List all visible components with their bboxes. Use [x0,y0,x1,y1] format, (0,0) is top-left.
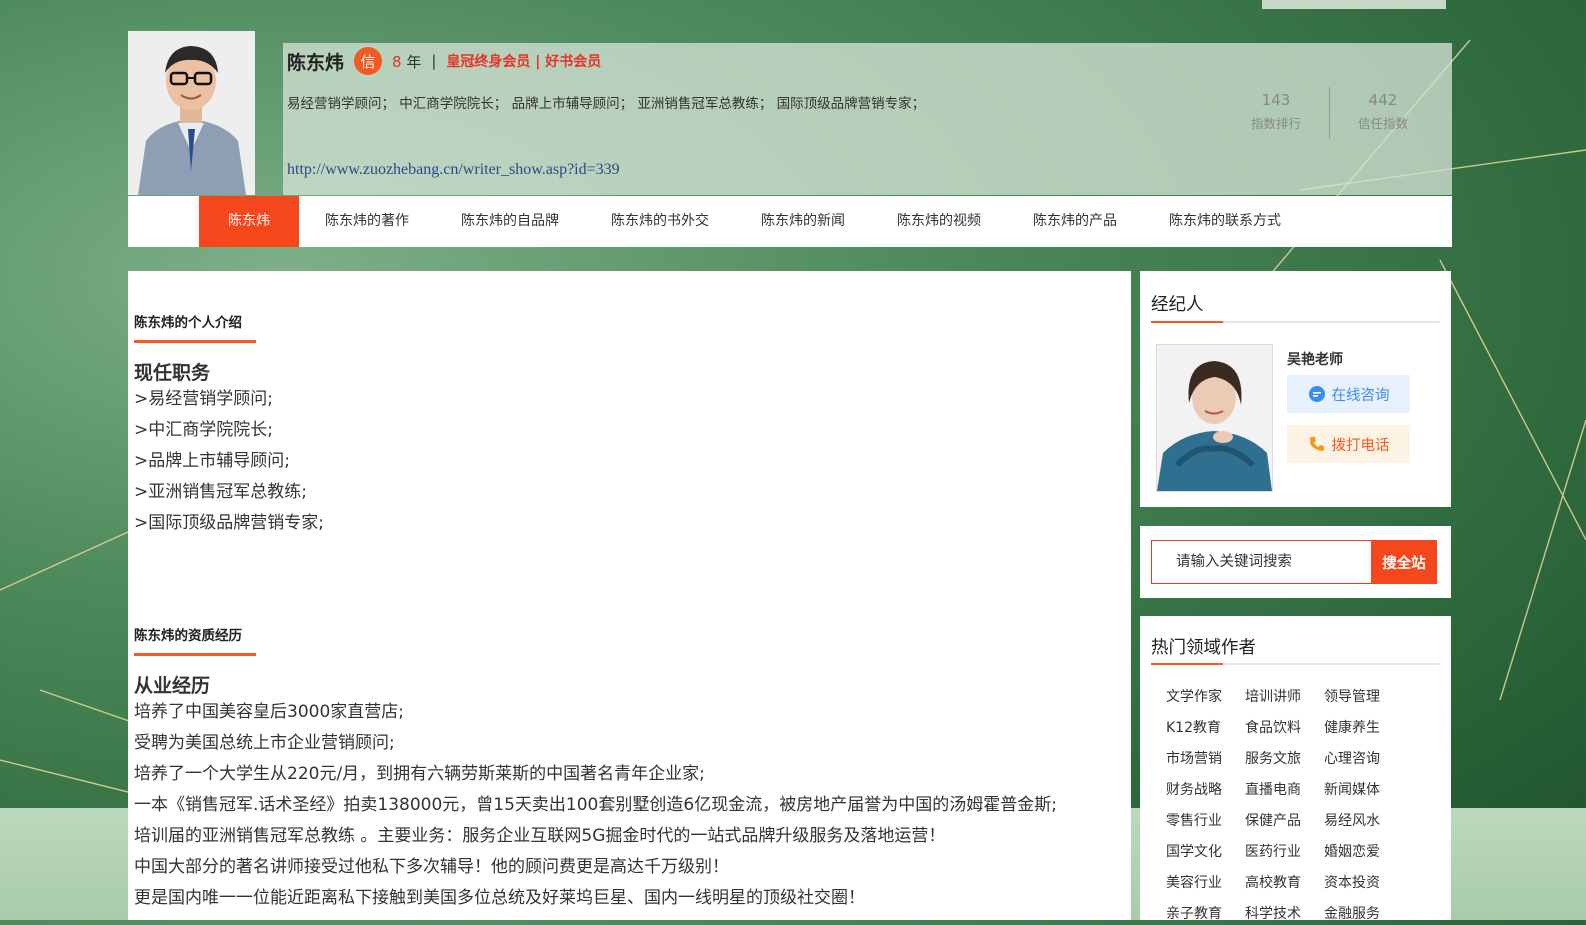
list-item: >国际顶级品牌营销专家; [134,513,324,533]
category-link[interactable]: 财务战略 [1166,779,1245,801]
category-link[interactable]: 资本投资 [1324,872,1403,894]
category-link[interactable]: 零售行业 [1166,810,1245,832]
agent-card-rule [1151,321,1440,323]
category-link[interactable]: 金融服务 [1324,903,1403,925]
experience-list: 培养了中国美容皇后3000家直营店; 受聘为美国总统上市企业营销顾问; 培养了一… [134,697,1057,914]
agent-name: 吴艳老师 [1287,352,1343,368]
agent-photo [1156,344,1273,492]
experience-section-title: 陈东炜的资质经历 [134,628,242,644]
category-link[interactable]: 医药行业 [1245,841,1324,863]
author-nav: 陈东炜 陈东炜的著作 陈东炜的自品牌 陈东炜的书外交 陈东炜的新闻 陈东炜的视频… [128,196,1452,247]
nav-item-news[interactable]: 陈东炜的新闻 [735,196,871,247]
category-link[interactable]: 心理咨询 [1324,748,1403,770]
author-header: 陈东炜 信 8 年 | 皇冠终身会员 | 好书会员 易经营销学顾问； 中汇商学院… [128,31,1452,195]
site-search-input[interactable] [1151,540,1371,584]
category-link[interactable]: 培训讲师 [1245,686,1324,708]
nav-item-diplomacy[interactable]: 陈东炜的书外交 [585,196,735,247]
card-rule-accent [1151,321,1223,323]
list-item: 更是国内唯一一位能近距离私下接触到美国多位总统及好莱坞巨星、国内一线明星的顶级社… [134,888,865,908]
agent-card-title: 经纪人 [1151,295,1204,315]
member-years-unit: 年 [406,52,422,71]
call-phone-label: 拨打电话 [1331,437,1390,454]
online-consult-label: 在线咨询 [1331,387,1390,404]
author-stats: 143 指数排行 442 信任指数 [1223,87,1436,139]
stat-label: 信任指数 [1357,116,1408,131]
stat-trust: 442 信任指数 [1330,91,1436,139]
intro-section-title: 陈东炜的个人介绍 [134,315,242,331]
category-link[interactable]: 婚姻恋爱 [1324,841,1403,863]
trust-badge: 信 [354,47,383,75]
main-content: 陈东炜的个人介绍 现任职务 >易经营销学顾问; >中汇商学院院长; >品牌上市辅… [128,271,1131,920]
list-item: 培养了中国美容皇后3000家直营店; [134,702,404,722]
category-link[interactable]: 科学技术 [1245,903,1324,925]
hot-authors-card: 热门领域作者 文学作家 培训讲师 领导管理 K12教育 食品饮料 健康养生市场营销 服务文旅… [1140,616,1451,922]
category-link[interactable]: K12教育 [1166,717,1245,739]
category-link[interactable]: 亲子教育 [1166,903,1245,925]
stat-value: 143 [1261,91,1291,109]
category-link[interactable]: 保健产品 [1245,810,1324,832]
category-grid: 文学作家 培训讲师 领导管理 K12教育 食品饮料 健康养生市场营销 服务文旅 心理咨询财务战… [1166,686,1403,925]
membership-level: 皇冠终身会员 | 好书会员 [446,54,602,70]
experience-title-underline [134,653,256,656]
list-item: >品牌上市辅导顾问; [134,451,290,471]
member-years: 8 年 [392,51,421,72]
member-years-value: 8 [392,52,402,71]
category-link[interactable]: 美容行业 [1166,872,1245,894]
list-item: 培训届的亚洲销售冠军总教练 。主要业务：服务企业互联网5G掘金时代的一站式品牌升… [134,826,946,846]
hot-authors-rule [1151,663,1440,665]
separator: | [431,52,437,70]
stat-value: 442 [1368,91,1398,109]
intro-heading: 现任职务 [134,362,211,384]
intro-list: >易经营销学顾问; >中汇商学院院长; >品牌上市辅导顾问; >亚洲销售冠军总教… [134,384,324,539]
list-item: >亚洲销售冠军总教练; [134,482,307,502]
category-link[interactable]: 易经风水 [1324,810,1403,832]
category-link[interactable]: 领导管理 [1324,686,1403,708]
category-link[interactable]: 直播电商 [1245,779,1324,801]
category-link[interactable]: 食品饮料 [1245,717,1324,739]
list-item: >中汇商学院院长; [134,420,273,440]
nav-item-videos[interactable]: 陈东炜的视频 [871,196,1007,247]
list-item: 受聘为美国总统上市企业营销顾问; [134,733,395,753]
author-name: 陈东炜 [287,51,345,74]
top-strip [1262,0,1446,9]
author-avatar [128,31,255,195]
nav-item-home[interactable]: 陈东炜 [199,196,299,247]
experience-heading: 从业经历 [134,675,211,697]
nav-item-works[interactable]: 陈东炜的著作 [299,196,435,247]
category-link[interactable]: 高校教育 [1245,872,1324,894]
chat-icon [1308,386,1325,402]
card-rule-accent [1151,663,1223,665]
nav-item-brand[interactable]: 陈东炜的自品牌 [435,196,585,247]
agent-card: 经纪人 吴艳老师 在线咨询 拨打电话 [1140,271,1451,507]
stat-label: 指数排行 [1250,116,1301,131]
hot-authors-title: 热门领域作者 [1151,638,1256,658]
nav-item-products[interactable]: 陈东炜的产品 [1007,196,1143,247]
phone-icon [1309,437,1324,451]
stat-rank: 143 指数排行 [1223,91,1329,139]
category-link[interactable]: 服务文旅 [1245,748,1324,770]
author-titles: 易经营销学顾问； 中汇商学院院长； 品牌上市辅导顾问； 亚洲销售冠军总教练； 国… [287,96,926,112]
author-name-row: 陈东炜 信 8 年 | 皇冠终身会员 | 好书会员 [287,47,601,75]
category-link[interactable]: 文学作家 [1166,686,1245,708]
category-link[interactable]: 新闻媒体 [1324,779,1403,801]
online-consult-button[interactable]: 在线咨询 [1287,375,1410,413]
list-item: 中国大部分的著名讲师接受过他私下多次辅导！他的顾问费更是高达千万级别！ [134,857,729,877]
category-link[interactable]: 市场营销 [1166,748,1245,770]
author-url-link[interactable]: http://www.zuozhebang.cn/writer_show.asp… [287,161,620,179]
list-item: 一本《销售冠军.话术圣经》拍卖138000元，曾15天卖出100套别墅创造6亿现… [134,795,1057,815]
intro-title-underline [134,340,256,343]
site-search-button[interactable]: 搜全站 [1371,540,1437,584]
list-item: 培养了一个大学生从220元/月，到拥有六辆劳斯莱斯的中国著名青年企业家; [134,764,705,784]
category-link[interactable]: 国学文化 [1166,841,1245,863]
search-card: 搜全站 [1140,526,1451,598]
call-phone-button[interactable]: 拨打电话 [1287,425,1410,463]
nav-item-contact[interactable]: 陈东炜的联系方式 [1143,196,1307,247]
list-item: >易经营销学顾问; [134,389,273,409]
category-link[interactable]: 健康养生 [1324,717,1403,739]
